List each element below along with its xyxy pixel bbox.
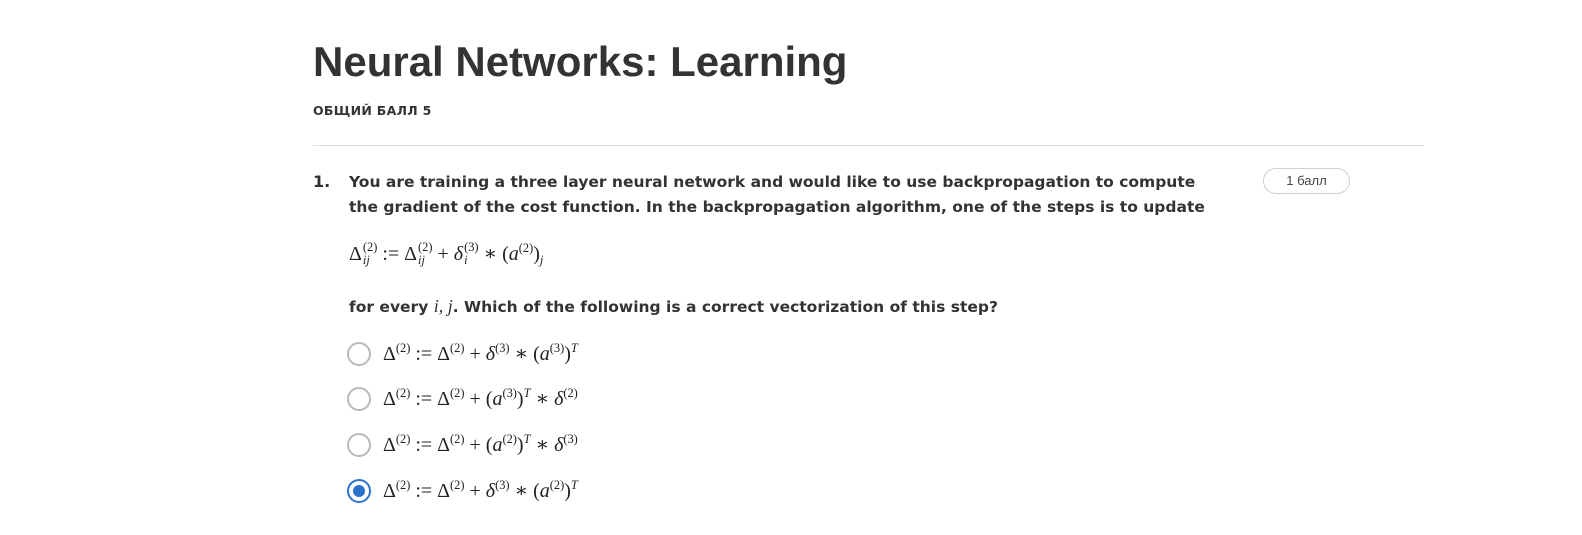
quiz-page: Neural Networks: Learning ОБЩИЙ БАЛЛ 5 1… (0, 0, 1582, 535)
question-text: You are training a three layer neural ne… (349, 173, 1205, 216)
option-formula: Δ(2) := Δ(2) + (a(2))T ∗ δ(3) (383, 431, 578, 456)
follow-prefix: for every (349, 298, 434, 316)
option-formula: Δ(2) := Δ(2) + δ(3) ∗ (a(3))T (383, 340, 578, 365)
radio-button[interactable] (347, 342, 371, 366)
points-badge: 1 балл (1263, 168, 1350, 194)
option-formula: Δ(2) := Δ(2) + δ(3) ∗ (a(2))T (383, 477, 578, 502)
total-score-label: ОБЩИЙ БАЛЛ 5 (313, 103, 432, 118)
page-title: Neural Networks: Learning (313, 38, 848, 85)
question-follow-text: for every i, j. Which of the following i… (349, 294, 998, 319)
answer-option-2[interactable]: Δ(2) := Δ(2) + (a(3))T ∗ δ(2) (347, 384, 578, 414)
answer-option-1[interactable]: Δ(2) := Δ(2) + δ(3) ∗ (a(3))T (347, 339, 578, 369)
radio-button[interactable] (347, 387, 371, 411)
answer-option-4[interactable]: Δ(2) := Δ(2) + δ(3) ∗ (a(2))T (347, 476, 578, 506)
follow-suffix: . Which of the following is a correct ve… (452, 298, 998, 316)
radio-button[interactable] (347, 433, 371, 457)
follow-math: i, j (433, 296, 453, 316)
option-formula: Δ(2) := Δ(2) + (a(3))T ∗ δ(2) (383, 385, 578, 410)
header-divider (313, 145, 1424, 146)
update-formula: Δ (2) ij := Δ (2) ij + δ (3) i ∗ (a(2))j (349, 240, 544, 268)
question-number: 1. (313, 172, 331, 191)
radio-button-selected[interactable] (347, 479, 371, 503)
answer-option-3[interactable]: Δ(2) := Δ(2) + (a(2))T ∗ δ(3) (347, 430, 578, 460)
